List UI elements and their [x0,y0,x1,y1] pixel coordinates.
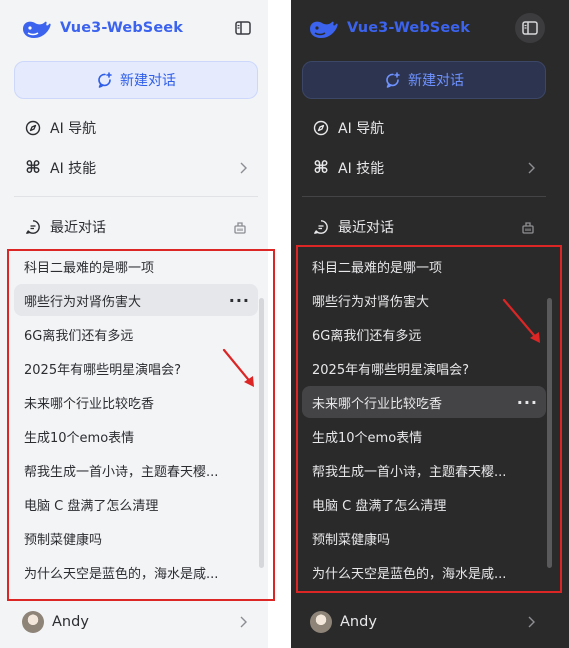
sidebar-dark: Vue3-WebSeek 新建对话 AI 导航 ⌘ AI 技能 最近对话 科目二… [291,0,569,648]
conversation-title: 2025年有哪些明星演唱会? [24,362,181,378]
conversation-item[interactable]: 科目二最难的是哪一项 [302,250,546,282]
user-name: Andy [340,614,377,630]
conversation-title: 未来哪个行业比较吃香 [312,396,443,412]
conversation-item[interactable]: 科目二最难的是哪一项 [14,250,258,282]
new-chat-icon [386,72,400,88]
conversation-title: 6G离我们还有多远 [312,328,422,344]
conversation-title: 哪些行为对肾伤害大 [24,294,142,310]
conversation-item[interactable]: 哪些行为对肾伤害大 [302,284,546,316]
conversation-list: 科目二最难的是哪一项 哪些行为对肾伤害大 6G离我们还有多远 2025年有哪些明… [302,250,546,590]
clear-history-icon[interactable] [232,219,248,235]
conversation-item[interactable]: 生成10个emo表情 [302,420,546,452]
conversation-item[interactable]: 6G离我们还有多远 [302,318,546,350]
conversation-item[interactable]: 帮我生成一首小诗，主题春天樱... [302,454,546,486]
nav-item-ai-skills[interactable]: ⌘ AI 技能 [14,152,258,184]
conversation-item-active[interactable]: 哪些行为对肾伤害大 ··· [14,284,258,316]
conversation-title: 2025年有哪些明星演唱会? [312,362,469,378]
more-options-icon[interactable]: ··· [517,386,538,418]
command-icon: ⌘ [25,158,41,178]
nav-label: AI 技能 [338,161,385,177]
conversation-item[interactable]: 帮我生成一首小诗，主题春天樱... [14,454,258,486]
chat-bubble-icon [24,218,42,236]
new-chat-label: 新建对话 [120,73,176,89]
collapse-sidebar-button[interactable] [515,13,545,43]
conversation-item[interactable]: 电脑 C 盘满了怎么清理 [302,488,546,520]
scrollbar-thumb[interactable] [547,298,552,568]
whale-logo-icon [23,21,51,38]
more-options-icon[interactable]: ··· [229,284,250,316]
chevron-right-icon [528,162,535,174]
conversation-title: 6G离我们还有多远 [24,328,134,344]
conversation-title: 科目二最难的是哪一项 [312,260,443,276]
conversation-title: 未来哪个行业比较吃香 [24,396,155,412]
conversation-item[interactable]: 6G离我们还有多远 [14,318,258,350]
conversation-title: 为什么天空是蓝色的，海水是咸... [312,566,507,582]
collapse-sidebar-button[interactable] [228,13,258,43]
nav-item-ai-skills[interactable]: ⌘ AI 技能 [302,152,546,184]
avatar [22,611,44,633]
nav-item-ai-navigation[interactable]: AI 导航 [302,112,546,144]
conversation-title: 帮我生成一首小诗，主题春天樱... [312,464,507,480]
recent-title: 最近对话 [50,220,106,236]
recent-title: 最近对话 [338,220,394,236]
nav-item-ai-navigation[interactable]: AI 导航 [14,112,258,144]
app-title: Vue3-WebSeek [347,20,470,36]
chevron-right-icon [240,162,247,174]
avatar [310,611,332,633]
logo-row: Vue3-WebSeek [307,12,547,44]
conversation-item[interactable]: 预制菜健康吗 [14,522,258,554]
conversation-item[interactable]: 未来哪个行业比较吃香 [14,386,258,418]
nav-label: AI 导航 [50,121,97,137]
conversation-item[interactable]: 为什么天空是蓝色的，海水是咸... [302,556,546,588]
conversation-item[interactable]: 预制菜健康吗 [302,522,546,554]
new-chat-icon [98,72,112,88]
conversation-title: 预制菜健康吗 [24,532,103,548]
new-chat-button[interactable]: 新建对话 [302,61,546,99]
conversation-item[interactable]: 生成10个emo表情 [14,420,258,452]
new-chat-label: 新建对话 [408,73,464,89]
logo-row: Vue3-WebSeek [20,12,260,44]
nav-label: AI 技能 [50,161,97,177]
sidebar-toggle-icon [235,21,251,35]
new-chat-button[interactable]: 新建对话 [14,61,258,99]
conversation-list: 科目二最难的是哪一项 哪些行为对肾伤害大 ··· 6G离我们还有多远 2025年有… [14,250,258,590]
conversation-title: 电脑 C 盘满了怎么清理 [312,498,447,514]
whale-logo-icon [310,21,338,38]
user-profile-row[interactable]: Andy [14,606,258,638]
chat-bubble-icon [312,218,330,236]
scrollbar-thumb[interactable] [259,298,264,568]
conversation-title: 电脑 C 盘满了怎么清理 [24,498,159,514]
divider [302,196,546,197]
command-icon: ⌘ [313,158,329,178]
sidebar-light: Vue3-WebSeek 新建对话 AI 导航 ⌘ AI 技能 最近对话 科目二… [0,0,268,648]
app-title: Vue3-WebSeek [60,20,183,36]
conversation-title: 为什么天空是蓝色的，海水是咸... [24,566,219,582]
conversation-title: 生成10个emo表情 [312,430,423,446]
compass-icon [24,119,42,137]
conversation-item[interactable]: 2025年有哪些明星演唱会? [302,352,546,384]
conversation-title: 帮我生成一首小诗，主题春天樱... [24,464,219,480]
conversation-item[interactable]: 电脑 C 盘满了怎么清理 [14,488,258,520]
conversation-title: 预制菜健康吗 [312,532,391,548]
conversation-title: 哪些行为对肾伤害大 [312,294,430,310]
recent-conversations-header: 最近对话 [14,211,258,243]
clear-history-icon[interactable] [520,219,536,235]
sidebar-toggle-icon [522,21,538,35]
divider [14,196,258,197]
nav-label: AI 导航 [338,121,385,137]
chevron-right-icon [240,616,247,628]
chevron-right-icon [528,616,535,628]
conversation-item[interactable]: 为什么天空是蓝色的，海水是咸... [14,556,258,588]
conversation-item[interactable]: 2025年有哪些明星演唱会? [14,352,258,384]
conversation-item-active[interactable]: 未来哪个行业比较吃香 ··· [302,386,546,418]
conversation-title: 生成10个emo表情 [24,430,135,446]
recent-conversations-header: 最近对话 [302,211,546,243]
compass-icon [312,119,330,137]
user-profile-row[interactable]: Andy [302,606,546,638]
user-name: Andy [52,614,89,630]
conversation-title: 科目二最难的是哪一项 [24,260,155,276]
